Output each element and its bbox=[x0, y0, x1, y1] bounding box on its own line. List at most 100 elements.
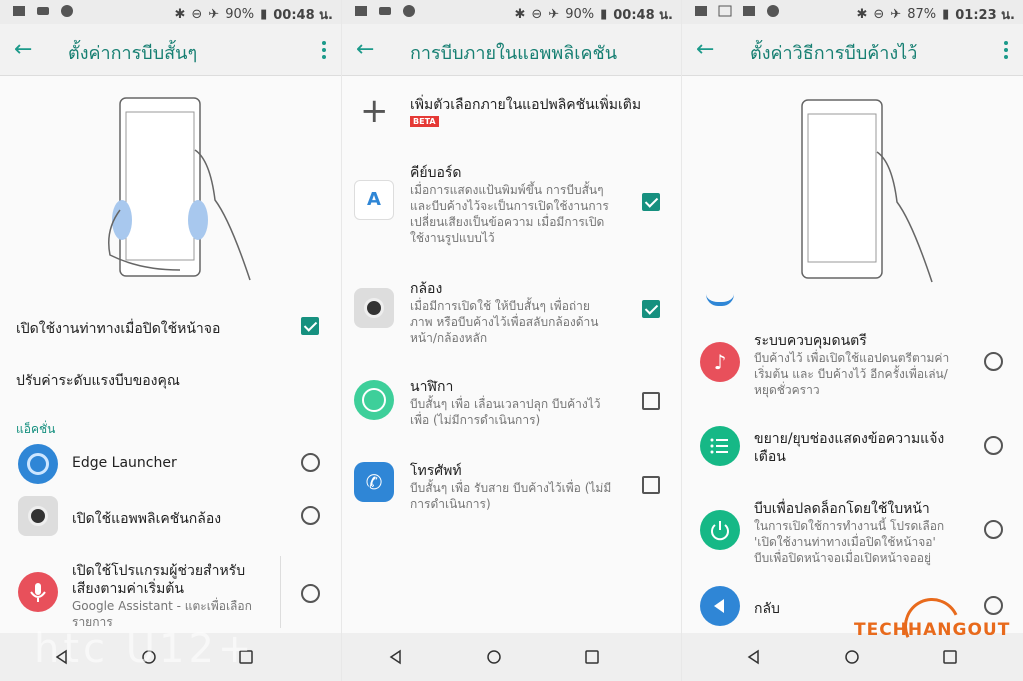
enable-screen-off-checkbox[interactable] bbox=[301, 317, 319, 335]
bluetooth-icon: ✱ bbox=[174, 7, 186, 22]
nav-bar bbox=[342, 633, 681, 681]
action-sub: Google Assistant - แตะเพื่อเลือก bbox=[72, 599, 252, 613]
music-radio[interactable] bbox=[984, 352, 1003, 371]
battery-icon: ▮ bbox=[260, 7, 268, 22]
camera-radio[interactable] bbox=[301, 506, 320, 525]
power-icon bbox=[700, 510, 740, 550]
page-title: ตั้งค่าวิธีการบีบค้างไว้ bbox=[750, 43, 918, 64]
scroll-indicator bbox=[706, 294, 734, 306]
long-squeeze-panel: ✱ ⊖ ✈ 87% ▮ 01:23 น. ← ตั้งค่าวิธีการบีบ… bbox=[682, 0, 1023, 681]
option-desc: 'เปิดใช้งานท่าทางเมื่อปิดใช้หน้าจอ' bbox=[754, 535, 936, 549]
clock-app-icon bbox=[354, 380, 394, 420]
app-bar: ← การบีบภายในแอพพลิเคชัน bbox=[342, 24, 681, 76]
action-label: Edge Launcher bbox=[72, 455, 177, 471]
code-icon bbox=[718, 5, 732, 17]
camera-app-icon bbox=[18, 496, 58, 536]
bluetooth-icon: ✱ bbox=[856, 7, 868, 22]
clock-checkbox[interactable] bbox=[642, 392, 660, 410]
beta-badge: BETA bbox=[410, 116, 439, 127]
edge-launcher-radio[interactable] bbox=[301, 453, 320, 472]
option-name: กลับ bbox=[754, 601, 780, 617]
dnd-icon: ⊖ bbox=[191, 7, 203, 22]
app-desc: ภาพ หรือบีบค้างไว้เพื่อสลับกล้องด้าน bbox=[410, 315, 599, 329]
phone-checkbox[interactable] bbox=[642, 476, 660, 494]
site-logo: TECHHANGOUT bbox=[854, 620, 1011, 640]
squeeze-settings-panel: ✱ ⊖ ✈ 90% ▮ 00:48 น. ← ตั้งค่าการบีบสั้น… bbox=[0, 0, 341, 681]
app-desc: หน้า/กล้องหลัก bbox=[410, 331, 488, 345]
image-icon bbox=[355, 6, 367, 16]
bluetooth-icon: ✱ bbox=[514, 7, 526, 22]
adjust-force-item[interactable]: ปรับค่าระดับแรงบีบของคุณ bbox=[16, 370, 180, 392]
page-title: ตั้งค่าการบีบสั้นๆ bbox=[68, 43, 198, 64]
option-desc: บีบค้างไว้ เพื่อเปิดใช้แอปดนตรีตามค่า bbox=[754, 351, 950, 365]
enable-screen-off-label: เปิดใช้งานท่าทางเมื่อปิดใช้หน้าจอ bbox=[16, 321, 221, 337]
add-app-label[interactable]: เพิ่มตัวเลือกภายในแอปพลิคชันเพิ่มเติม bbox=[410, 94, 641, 116]
app-icon bbox=[61, 5, 73, 17]
app-desc: เมื่อมีการเปิดใช้ ให้บีบสั้นๆ เพื่อถ่าย bbox=[410, 299, 590, 313]
app-desc: เปลี่ยนเสียงเป็นข้อความ เมื่อมีการเปิด bbox=[410, 215, 605, 229]
more-options-icon[interactable] bbox=[1003, 39, 1009, 61]
battery-icon: ▮ bbox=[942, 7, 950, 22]
app-name: คีย์บอร์ด bbox=[410, 165, 462, 181]
app-icon bbox=[403, 5, 415, 17]
airplane-icon: ✈ bbox=[548, 7, 560, 22]
assistant-radio[interactable] bbox=[301, 584, 320, 603]
music-icon: ♪ bbox=[700, 342, 740, 382]
option-desc: ในการเปิดใช้การทำงานนี้ โปรดเลือก bbox=[754, 519, 945, 533]
microphone-icon bbox=[18, 572, 58, 612]
phone-app-icon: ✆ bbox=[354, 462, 394, 502]
app-desc: การดำเนินการ) bbox=[410, 497, 491, 511]
youtube-icon bbox=[37, 7, 49, 15]
back-radio[interactable] bbox=[984, 596, 1003, 615]
back-arrow-icon[interactable]: ← bbox=[14, 38, 38, 62]
action-label: เปิดใช้แอพพลิเคชันกล้อง bbox=[72, 511, 222, 527]
image-icon bbox=[13, 6, 25, 16]
notification-radio[interactable] bbox=[984, 436, 1003, 455]
app-name: โทรศัพท์ bbox=[410, 463, 462, 479]
battery-level: 87% bbox=[907, 7, 937, 22]
camera-checkbox[interactable] bbox=[642, 300, 660, 318]
nav-home-icon[interactable] bbox=[484, 647, 504, 667]
edge-launcher-icon bbox=[18, 444, 58, 484]
app-name: นาฬิกา bbox=[410, 379, 454, 395]
app-desc: และบีบค้างไว้จะเป็นการเปิดใช้งานการ bbox=[410, 199, 609, 213]
nav-back-icon[interactable] bbox=[386, 647, 406, 667]
battery-level: 90% bbox=[225, 7, 255, 22]
app-bar: ← ตั้งค่าการบีบสั้นๆ bbox=[0, 24, 341, 76]
nav-recents-icon[interactable] bbox=[582, 647, 602, 667]
app-name: กล้อง bbox=[410, 281, 443, 297]
action-label: เสียงตามค่าเริ่มต้น bbox=[72, 581, 184, 597]
keyboard-icon: A bbox=[354, 180, 394, 220]
phone-hold-illustration bbox=[801, 99, 933, 283]
clock: 01:23 น. bbox=[955, 8, 1015, 23]
option-name: บีบเพื่อปลดล็อกโดยใช้ใบหน้า bbox=[754, 501, 930, 517]
back-action-icon bbox=[700, 586, 740, 626]
device-watermark: htc U12+ bbox=[34, 626, 256, 672]
status-bar: ✱ ⊖ ✈ 90% ▮ 00:48 น. bbox=[342, 0, 681, 24]
phone-squeeze-illustration bbox=[108, 97, 251, 281]
nav-back-icon[interactable] bbox=[744, 647, 764, 667]
option-name: ระบบควบคุมดนตรี bbox=[754, 333, 867, 349]
dnd-icon: ⊖ bbox=[873, 7, 885, 22]
option-name: เตือน bbox=[754, 449, 786, 465]
divider bbox=[280, 556, 281, 628]
battery-icon: ▮ bbox=[600, 7, 608, 22]
nav-home-icon[interactable] bbox=[842, 647, 862, 667]
notification-list-icon bbox=[700, 426, 740, 466]
keyboard-checkbox[interactable] bbox=[642, 193, 660, 211]
more-options-icon[interactable] bbox=[321, 39, 327, 61]
app-desc: ใช้งานรูปแบบไว้ bbox=[410, 231, 495, 245]
image-icon bbox=[695, 6, 707, 16]
face-unlock-radio[interactable] bbox=[984, 520, 1003, 539]
back-arrow-icon[interactable]: ← bbox=[696, 38, 720, 62]
in-app-squeeze-panel: ✱ ⊖ ✈ 90% ▮ 00:48 น. ← การบีบภายในแอพพลิ… bbox=[342, 0, 681, 681]
image-icon bbox=[743, 6, 755, 16]
option-desc: เริ่มต้น และ บีบค้างไว้ อีกครั้งเพื่อเล่… bbox=[754, 367, 948, 381]
app-desc: บีบสั้นๆ เพื่อ รับสาย บีบค้างไว้เพื่อ (ไ… bbox=[410, 481, 612, 495]
camera-app-icon bbox=[354, 288, 394, 328]
app-desc: บีบสั้นๆ เพื่อ เลื่อนเวลาปลุก บีบค้างไว้ bbox=[410, 397, 601, 411]
battery-level: 90% bbox=[565, 7, 595, 22]
airplane-icon: ✈ bbox=[890, 7, 902, 22]
back-arrow-icon[interactable]: ← bbox=[356, 38, 380, 62]
airplane-icon: ✈ bbox=[208, 7, 220, 22]
